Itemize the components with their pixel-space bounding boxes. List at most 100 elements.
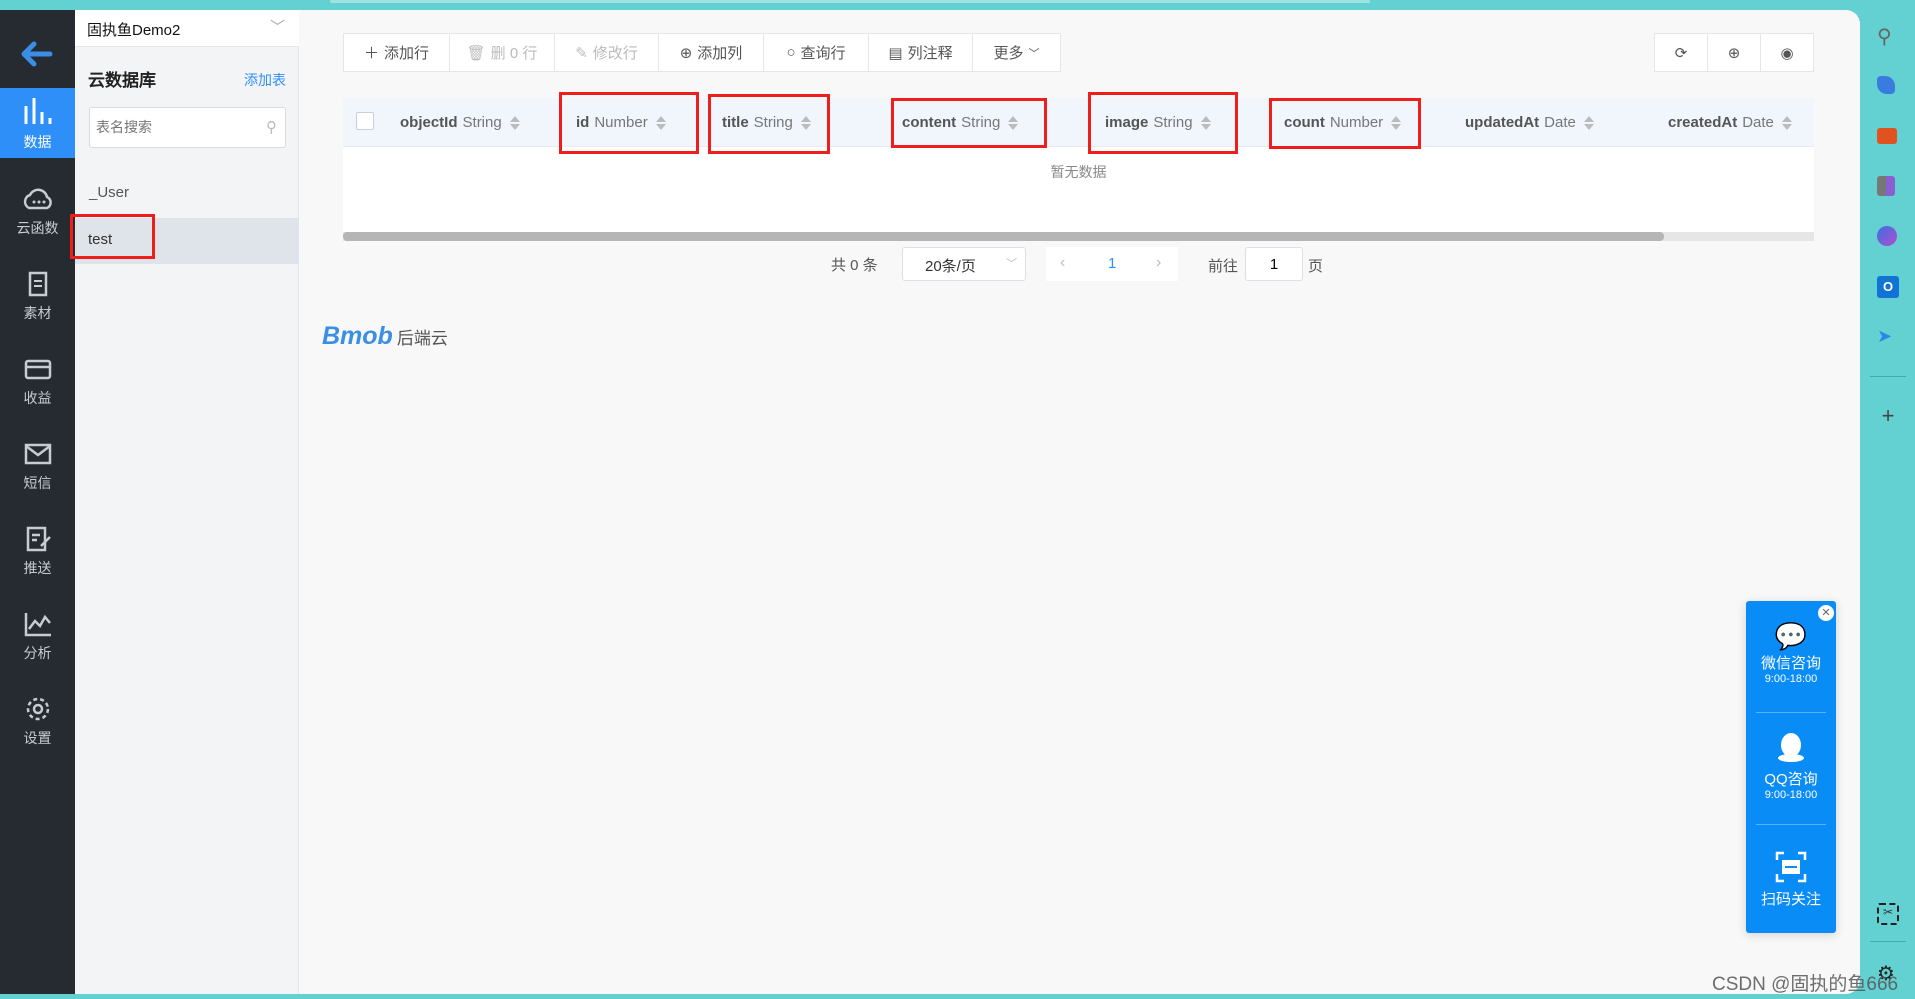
logo-suffix: 后端云: [396, 329, 448, 348]
scan-follow[interactable]: 扫码关注: [1746, 851, 1836, 909]
copilot-icon[interactable]: [1877, 226, 1897, 246]
project-name: 固执鱼Demo2: [87, 22, 181, 39]
current-page[interactable]: 1: [1108, 255, 1116, 272]
goto-page-input[interactable]: [1245, 247, 1303, 281]
wechat-consult[interactable]: 💬 微信咨询 9:00-18:00: [1746, 621, 1836, 685]
toolbox-icon[interactable]: [1877, 128, 1897, 144]
view-button[interactable]: ◉: [1760, 33, 1814, 72]
panel-title: 云数据库: [88, 71, 156, 90]
nav-item-data[interactable]: 数据: [0, 88, 75, 158]
label: 微信咨询: [1760, 655, 1821, 672]
nav-label: 收益: [23, 390, 52, 406]
wechat-icon: 💬: [1774, 621, 1808, 651]
nav-item-settings[interactable]: 设置: [0, 688, 75, 758]
contact-float-panel: ✕ 💬 微信咨询 9:00-18:00 QQ咨询 9:00-18:00 扫码关注: [1746, 601, 1836, 933]
label: 20条/页: [925, 258, 976, 275]
refresh-button[interactable]: ⟳: [1654, 33, 1708, 72]
chevron-down-icon: ﹀: [269, 19, 285, 36]
main-nav: 数据 云函数 素材 收益 短信 推送 分析 设置: [0, 10, 75, 994]
search-icon: ⚲: [266, 119, 277, 136]
horizontal-scrollbar[interactable]: [343, 232, 1814, 241]
files-icon: [28, 271, 47, 297]
table-search-input[interactable]: ⚲: [89, 107, 286, 148]
zoom-in-icon: ⊕: [1727, 44, 1741, 62]
search-field[interactable]: [90, 108, 250, 146]
project-select[interactable]: 固执鱼Demo2 ﹀: [75, 10, 299, 47]
scrollbar-thumb[interactable]: [343, 232, 1664, 241]
column-header-createdat[interactable]: createdAt Date: [1668, 98, 1792, 147]
plus-icon: ＋: [363, 45, 379, 62]
prev-page-icon[interactable]: ‹: [1060, 254, 1065, 272]
edit-row-button[interactable]: ✎ 修改行: [554, 33, 659, 72]
nav-label: 分析: [23, 645, 52, 661]
select-all-checkbox[interactable]: [356, 112, 374, 130]
trash-icon: 🗑: [466, 44, 486, 62]
nav-item-sms[interactable]: 短信: [0, 433, 75, 503]
query-row-button[interactable]: ○ 查询行: [763, 33, 869, 72]
nav-item-assets[interactable]: 素材: [0, 263, 75, 333]
nav-item-cloud-function[interactable]: 云函数: [0, 178, 75, 248]
add-table-link[interactable]: 添加表: [244, 70, 286, 90]
table-panel: 固执鱼Demo2﹀ 云数据库 添加表 ⚲ _User test: [70, 10, 299, 994]
nav-item-analytics[interactable]: 分析: [0, 603, 75, 673]
refresh-icon: ⟳: [1674, 44, 1688, 62]
search-icon: ○: [786, 44, 796, 61]
chess-icon[interactable]: [1877, 176, 1895, 196]
logo-text: Bmob: [322, 322, 393, 350]
send-icon[interactable]: ➤: [1877, 326, 1899, 348]
plus-circle-icon: ⊕: [679, 44, 693, 62]
nav-label: 推送: [23, 560, 52, 576]
divider: [1870, 376, 1906, 377]
watermark: CSDN @固执的鱼666: [1712, 974, 1899, 995]
chevron-down-icon: ﹀: [1028, 47, 1040, 60]
nav-item-revenue[interactable]: 收益: [0, 348, 75, 418]
sort-icon[interactable]: [1583, 115, 1594, 130]
chevron-down-icon: ﹀: [1006, 258, 1017, 270]
highlight-box: [891, 98, 1047, 148]
page-size-select[interactable]: 20条/页 ﹀: [902, 247, 1026, 281]
next-page-icon[interactable]: ›: [1156, 254, 1161, 272]
more-dropdown[interactable]: 更多 ﹀: [972, 33, 1061, 72]
label: 修改行: [592, 45, 638, 62]
analytics-icon: [24, 613, 51, 637]
empty-text: 暂无数据: [1050, 164, 1107, 180]
zoom-button[interactable]: ⊕: [1707, 33, 1761, 72]
nav-label: 设置: [23, 730, 52, 746]
nav-label: 数据: [23, 134, 52, 150]
app-window: 数据 云函数 素材 收益 短信 推送 分析 设置 固执鱼Demo2 ﹀ 云数据库 …: [0, 10, 1860, 994]
search-icon[interactable]: ⚲: [1877, 24, 1899, 48]
total-count: 共 0 条: [831, 257, 878, 274]
tag-icon[interactable]: [1877, 76, 1895, 94]
delete-rows-button[interactable]: 🗑 删 0 行: [449, 33, 555, 72]
plus-icon[interactable]: +: [1877, 403, 1899, 428]
nav-item-push[interactable]: 推送: [0, 518, 75, 588]
bar-chart-icon: [24, 98, 51, 124]
screenshot-icon[interactable]: ✂: [1877, 903, 1899, 925]
pencil-icon: ✎: [575, 44, 588, 62]
nav-label: 素材: [23, 305, 52, 321]
hours: 9:00-18:00: [1764, 673, 1818, 685]
sort-icon[interactable]: [509, 115, 520, 130]
qq-consult[interactable]: QQ咨询 9:00-18:00: [1746, 731, 1836, 801]
eye-icon: ◉: [1780, 44, 1794, 62]
highlight-box: [1269, 98, 1421, 149]
table-item-user[interactable]: _User: [89, 184, 129, 201]
mail-icon: [24, 443, 51, 465]
highlight-box: [708, 94, 830, 154]
close-icon[interactable]: ✕: [1818, 605, 1834, 621]
add-row-button[interactable]: ＋ 添加行: [343, 33, 450, 72]
card-icon: [24, 359, 51, 380]
column-note-button[interactable]: ▤ 列注释: [868, 33, 973, 72]
highlight-box: [1088, 92, 1238, 154]
outlook-icon[interactable]: O: [1877, 276, 1899, 298]
back-arrow-icon[interactable]: [20, 40, 54, 73]
page-suffix: 页: [1308, 258, 1324, 275]
sort-icon[interactable]: [1781, 115, 1792, 130]
column-header-updatedat[interactable]: updatedAt Date: [1465, 98, 1594, 147]
column-header-objectid[interactable]: objectId String: [400, 98, 520, 147]
push-icon: [26, 526, 51, 552]
divider: [1756, 824, 1826, 825]
top-strip: [330, 0, 1370, 3]
add-column-button[interactable]: ⊕ 添加列: [658, 33, 764, 72]
document-icon: ▤: [888, 44, 903, 62]
